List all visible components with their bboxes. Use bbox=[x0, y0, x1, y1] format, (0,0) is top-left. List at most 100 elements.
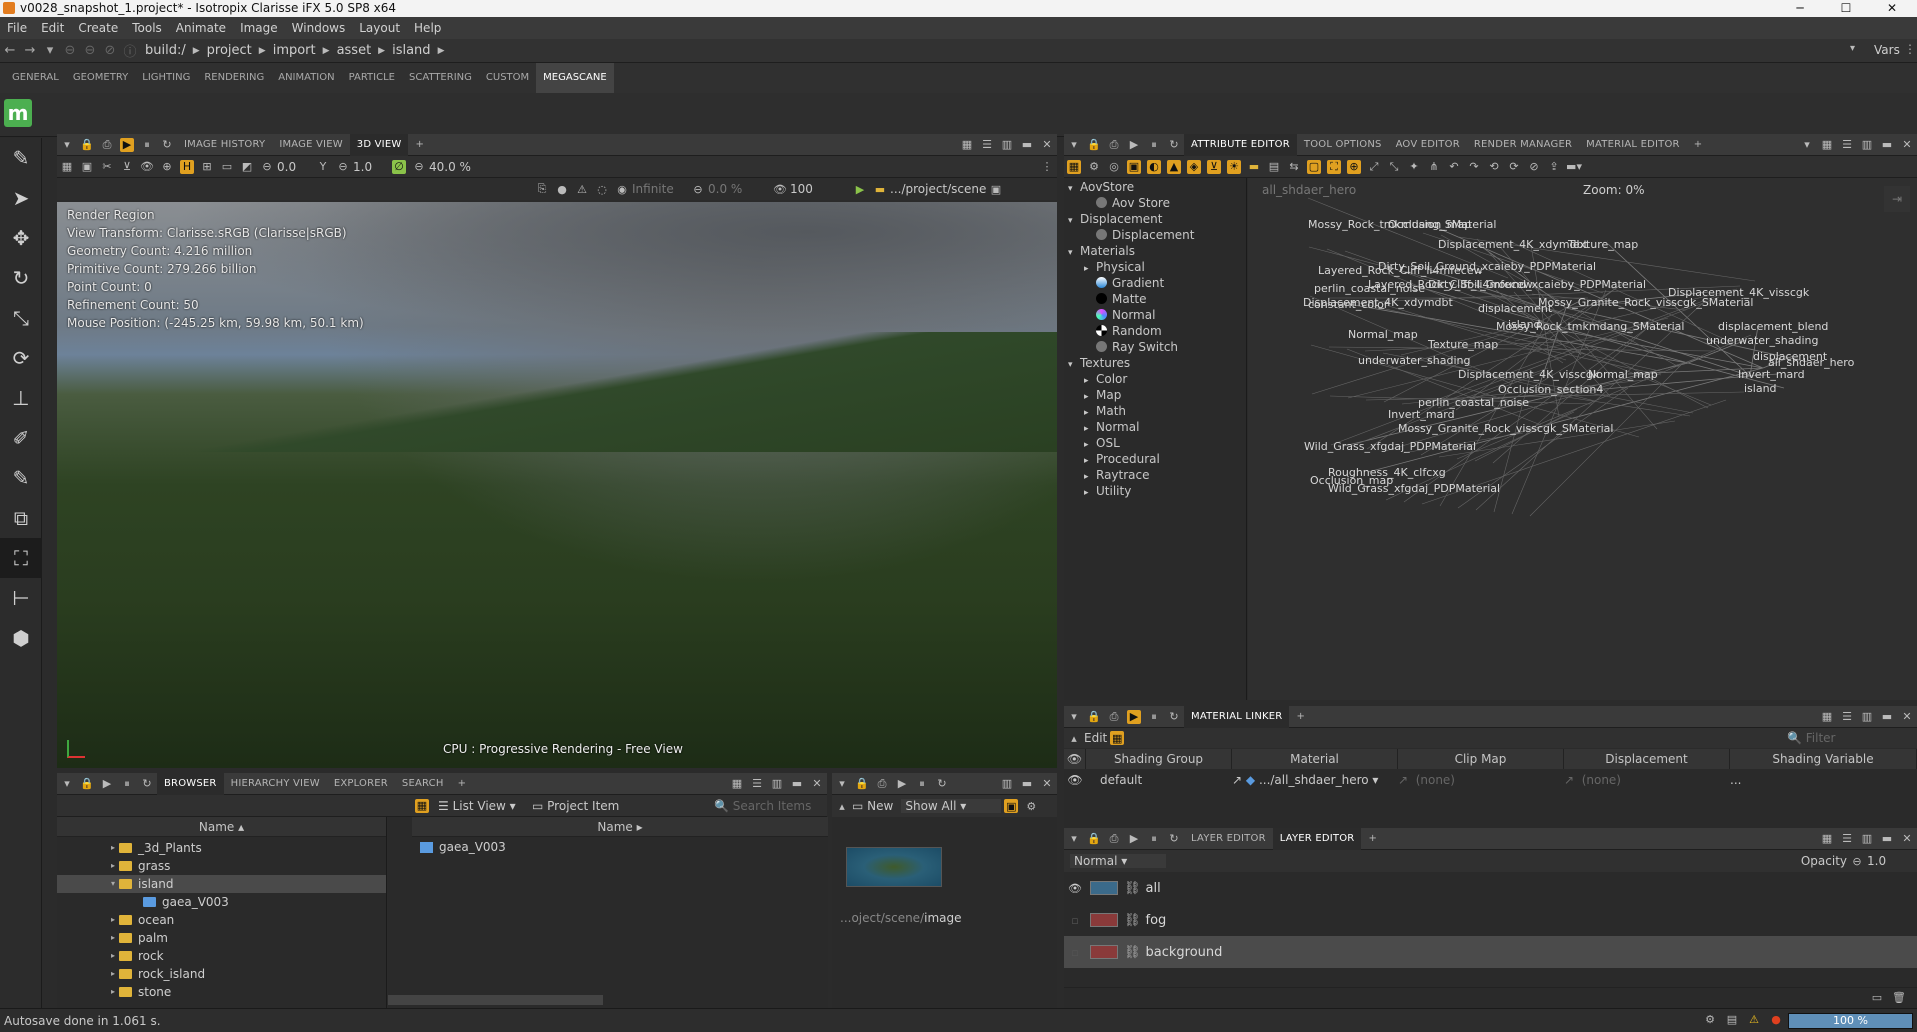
layer-row[interactable]: 👁 ⛓ all bbox=[1064, 872, 1917, 904]
new-button[interactable]: ▭ New bbox=[852, 799, 893, 813]
play-icon[interactable]: ▶ bbox=[895, 777, 909, 791]
project-item-dropdown[interactable]: ▭ Project Item bbox=[532, 799, 710, 813]
tree-item[interactable]: ▾ Displacement bbox=[1068, 211, 1246, 227]
island-thumbnail[interactable] bbox=[846, 847, 942, 887]
play-icon[interactable]: ▶ bbox=[1127, 709, 1141, 724]
tree-item[interactable]: ▸ Raytrace bbox=[1068, 467, 1246, 483]
refresh-icon[interactable]: ↻ bbox=[1167, 138, 1181, 152]
tree-item[interactable]: ▸ Math bbox=[1068, 403, 1246, 419]
snapshot-icon[interactable]: ⎙ bbox=[100, 138, 114, 152]
panel-menu-icon[interactable]: ▾ bbox=[1067, 832, 1081, 846]
megascans-logo-icon[interactable]: m bbox=[4, 99, 32, 127]
hud-icon[interactable]: H bbox=[180, 159, 194, 174]
content-item[interactable]: gaea_V003 bbox=[388, 837, 828, 855]
tab-image-history[interactable]: IMAGE HISTORY bbox=[177, 134, 272, 156]
layer-visibility-icon[interactable]: 👁 bbox=[1064, 882, 1086, 895]
graph-node[interactable]: island bbox=[1508, 318, 1541, 331]
exposure-icon[interactable]: ◩ bbox=[240, 160, 254, 174]
play-icon[interactable]: ▶ bbox=[1127, 138, 1141, 152]
col-material[interactable]: Material bbox=[1232, 749, 1398, 769]
shelf-tab-custom[interactable]: CUSTOM bbox=[479, 63, 536, 93]
tree-item[interactable]: Ray Switch bbox=[1068, 339, 1246, 355]
maximize-button[interactable]: ☐ bbox=[1823, 0, 1869, 17]
more-icon[interactable]: ⋮ bbox=[1904, 42, 1916, 56]
forward-arrow-icon[interactable]: → bbox=[20, 43, 40, 58]
node-tool-redo-icon[interactable]: ↷ bbox=[1467, 160, 1481, 174]
tree-item[interactable]: ▸ Physical bbox=[1068, 259, 1246, 275]
breadcrumb-build[interactable]: build:/ bbox=[140, 43, 191, 58]
monitor-icon[interactable]: ▭ bbox=[220, 160, 234, 174]
tree-arrow-icon[interactable]: ▾ bbox=[1068, 181, 1080, 197]
samples-eye-icon[interactable]: 👁 bbox=[773, 182, 787, 196]
add-tab-button[interactable]: + bbox=[451, 773, 474, 795]
graph-node[interactable]: Occlusion_section4 bbox=[1498, 383, 1603, 396]
panel-menu-icon[interactable]: ▾ bbox=[835, 777, 849, 791]
snapshot-icon[interactable]: ⎙ bbox=[1107, 832, 1121, 846]
clip-map-cell[interactable]: ↗ (none) bbox=[1398, 773, 1564, 787]
percent-field[interactable]: 0.0 % bbox=[708, 182, 770, 196]
tab-layer-editor-2[interactable]: LAYER EDITOR bbox=[1272, 827, 1362, 850]
graph-node[interactable]: Invert_mard bbox=[1738, 368, 1805, 381]
graph-node[interactable]: Texture_map bbox=[1568, 238, 1638, 251]
percent-stepper-icon[interactable]: ⊖ bbox=[691, 182, 705, 196]
visibility-icon[interactable]: 👁 bbox=[140, 160, 154, 174]
layout-max-icon[interactable]: ▬ bbox=[1020, 777, 1034, 791]
play-icon[interactable]: ▶ bbox=[120, 137, 134, 152]
layout-rows-icon[interactable]: ☰ bbox=[1840, 832, 1854, 846]
graph-node[interactable]: perlin_coastal_noise bbox=[1314, 282, 1425, 295]
menu-image[interactable]: Image bbox=[233, 17, 285, 39]
region-icon[interactable]: ▣ bbox=[989, 182, 1003, 196]
graph-node[interactable]: Layered_Rock_Cliff_li4mfecew bbox=[1318, 264, 1483, 277]
close-panel-icon[interactable]: ✕ bbox=[1040, 138, 1054, 152]
layout-rows-icon[interactable]: ☰ bbox=[750, 777, 764, 791]
expand-right-icon[interactable]: ▸ bbox=[107, 947, 119, 965]
layout-cols-icon[interactable]: ▥ bbox=[770, 777, 784, 791]
row-eye-icon[interactable]: 👁 bbox=[1064, 773, 1086, 787]
content-name-header[interactable]: Name ▸ bbox=[412, 817, 828, 837]
shading-icon[interactable]: ● bbox=[555, 182, 569, 196]
expand-right-icon[interactable]: ▸ bbox=[107, 839, 119, 857]
graph-node[interactable]: displacement bbox=[1478, 302, 1552, 315]
back-arrow-icon[interactable]: ← bbox=[0, 43, 20, 58]
panel-menu-icon[interactable]: ▾ bbox=[1067, 138, 1081, 152]
gamma-field[interactable]: 1.0 bbox=[353, 160, 389, 174]
collapse-icon[interactable]: ▴ bbox=[1067, 731, 1081, 745]
node-tool-expand-icon[interactable]: ⤢ bbox=[1367, 160, 1381, 174]
node-tool-fit-icon[interactable]: ⛶ bbox=[1327, 159, 1341, 174]
visibility-eye-icon[interactable]: 👁 bbox=[1064, 749, 1086, 769]
close-window-button[interactable]: ✕ bbox=[1869, 0, 1915, 17]
gamma-stepper-icon[interactable]: ⊖ bbox=[336, 160, 350, 174]
show-all-dropdown[interactable]: Show All ▾ bbox=[901, 799, 1002, 813]
col-clip-map[interactable]: Clip Map bbox=[1398, 749, 1564, 769]
stop-icon[interactable]: ⊘ bbox=[100, 43, 120, 58]
node-tool-reset-icon[interactable]: ⊘ bbox=[1527, 160, 1541, 174]
graph-node[interactable]: island bbox=[1744, 382, 1777, 395]
close-panel-icon[interactable]: ✕ bbox=[1900, 832, 1914, 846]
graph-node[interactable]: Texture_map bbox=[1428, 338, 1498, 351]
tree-item[interactable]: Aov Store bbox=[1068, 195, 1246, 211]
tab-aov-editor[interactable]: AOV EDITOR bbox=[1389, 134, 1467, 156]
layout-max-icon[interactable]: ▬ bbox=[1880, 138, 1894, 152]
warning-icon[interactable]: ⚠ bbox=[575, 182, 589, 196]
lock-icon[interactable]: 🔒 bbox=[80, 777, 94, 791]
new-layer-icon[interactable]: ▭ bbox=[1870, 990, 1884, 1004]
node-tool-undo-icon[interactable]: ↶ bbox=[1447, 160, 1461, 174]
tree-item[interactable]: ▾ Textures bbox=[1068, 355, 1246, 371]
expand-right-icon[interactable]: ▸ bbox=[107, 965, 119, 983]
menu-edit[interactable]: Edit bbox=[34, 17, 71, 39]
shelf-tab-general[interactable]: GENERAL bbox=[5, 63, 66, 93]
settings-gear-icon[interactable]: ⚙ bbox=[1024, 799, 1038, 813]
snap-icon[interactable]: ⊕ bbox=[160, 160, 174, 174]
tab-explorer[interactable]: EXPLORER bbox=[327, 773, 395, 795]
log-icon[interactable]: ▤ bbox=[1725, 1012, 1739, 1026]
lock-icon[interactable]: 🔒 bbox=[855, 777, 869, 791]
history-dropdown-icon[interactable]: ▾ bbox=[40, 43, 60, 58]
node-tool-material-icon[interactable]: ▣ bbox=[1127, 159, 1141, 174]
tree-item[interactable]: Random bbox=[1068, 323, 1246, 339]
tab-search[interactable]: SEARCH bbox=[395, 773, 451, 795]
collapse-icon[interactable]: ▴ bbox=[835, 799, 849, 813]
layout-rows-icon[interactable]: ☰ bbox=[1840, 710, 1854, 724]
layout-grid-icon[interactable]: ▦ bbox=[1820, 832, 1834, 846]
close-panel-icon[interactable]: ✕ bbox=[810, 777, 824, 791]
tree-item[interactable]: ▸ Procedural bbox=[1068, 451, 1246, 467]
